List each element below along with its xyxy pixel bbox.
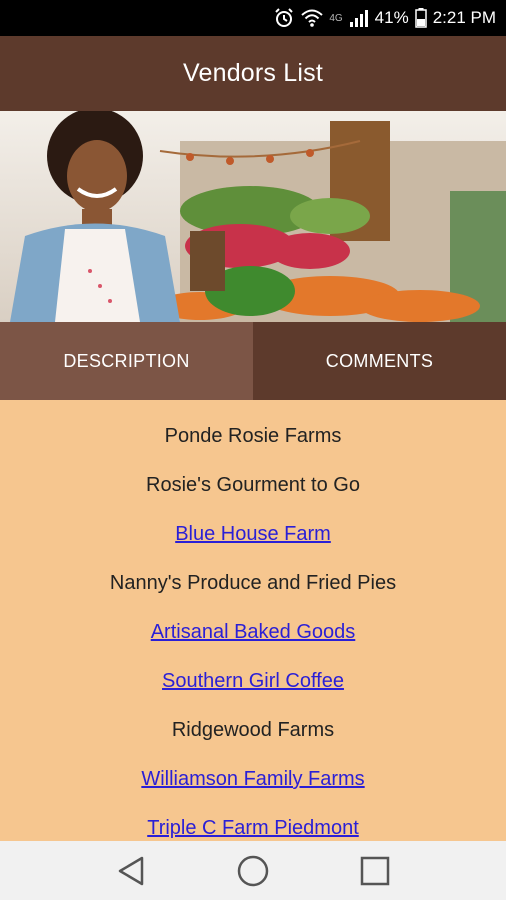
battery-icon [414, 8, 427, 28]
vendor-list: Ponde Rosie Farms Rosie's Gourment to Go… [0, 400, 506, 841]
vendor-link-triple-c-farm-piedmont[interactable]: Triple C Farm Piedmont [0, 815, 506, 841]
system-nav-bar [0, 841, 506, 900]
recents-button[interactable] [355, 851, 395, 891]
vendor-item-ponde-rosie-farms: Ponde Rosie Farms [164, 425, 342, 447]
battery-percent: 41% [374, 8, 409, 27]
back-icon [118, 856, 144, 885]
back-button[interactable] [111, 851, 151, 891]
vendor-item-rosies-gourment-to-go: Rosie's Gourment to Go [146, 474, 360, 496]
hero-image [0, 111, 506, 322]
tab-description-label: DESCRIPTION [63, 350, 190, 371]
vendor-item-ridgewood-farms: Ridgewood Farms [171, 719, 335, 741]
recents-icon [360, 856, 390, 885]
tab-comments-label: COMMENTS [325, 350, 434, 371]
tab-comments[interactable]: COMMENTS [253, 322, 506, 400]
vendor-item-nannys-produce: Nanny's Produce and Fried Pies [109, 572, 397, 594]
vendor-link-blue-house-farm[interactable]: Blue House Farm [0, 521, 506, 547]
tab-bar: DESCRIPTION COMMENTS [0, 322, 506, 400]
home-button[interactable] [233, 851, 273, 891]
status-bar: 4G 41% 2:21 PM [0, 0, 506, 36]
tab-description[interactable]: DESCRIPTION [0, 322, 253, 400]
home-icon [237, 855, 269, 886]
vendor-link-artisanal-baked-goods[interactable]: Artisanal Baked Goods [0, 619, 506, 645]
network-type: 4G [329, 12, 343, 24]
signal-icon [349, 8, 369, 28]
app-bar: Vendors List [0, 36, 506, 111]
alarm-icon [273, 7, 295, 29]
page-title: Vendors List [183, 59, 323, 87]
clock: 2:21 PM [432, 8, 496, 27]
wifi-icon [301, 8, 323, 28]
vendor-link-williamson-family-farms[interactable]: Williamson Family Farms [0, 766, 506, 792]
vendor-link-southern-girl-coffee[interactable]: Southern Girl Coffee [0, 668, 506, 694]
